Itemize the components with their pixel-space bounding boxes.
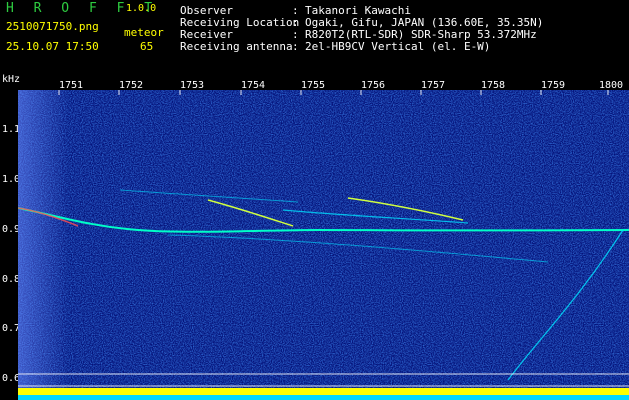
y-axis-unit: kHz bbox=[2, 74, 21, 85]
antenna-label: Receiving antenna bbox=[180, 40, 293, 53]
spectrogram-noise bbox=[18, 90, 629, 400]
signal-level-baseline bbox=[18, 395, 629, 400]
spectrogram-noise-band bbox=[18, 90, 68, 400]
file-name: 2510071750.png bbox=[6, 20, 99, 33]
capture-datetime: 25.10.07 17:50 bbox=[6, 40, 99, 53]
meteor-label: meteor bbox=[124, 26, 164, 39]
meteor-count: 65 bbox=[140, 40, 154, 53]
header-panel: H R O F F T 1.0.0 2510071750.png meteor … bbox=[0, 0, 629, 78]
app-version: 1.0.0 bbox=[126, 3, 157, 14]
spectrogram-plot bbox=[18, 90, 629, 400]
antenna-colon: : bbox=[292, 40, 299, 53]
antenna-value: 2el-HB9CV Vertical (el. E-W) bbox=[305, 40, 491, 53]
